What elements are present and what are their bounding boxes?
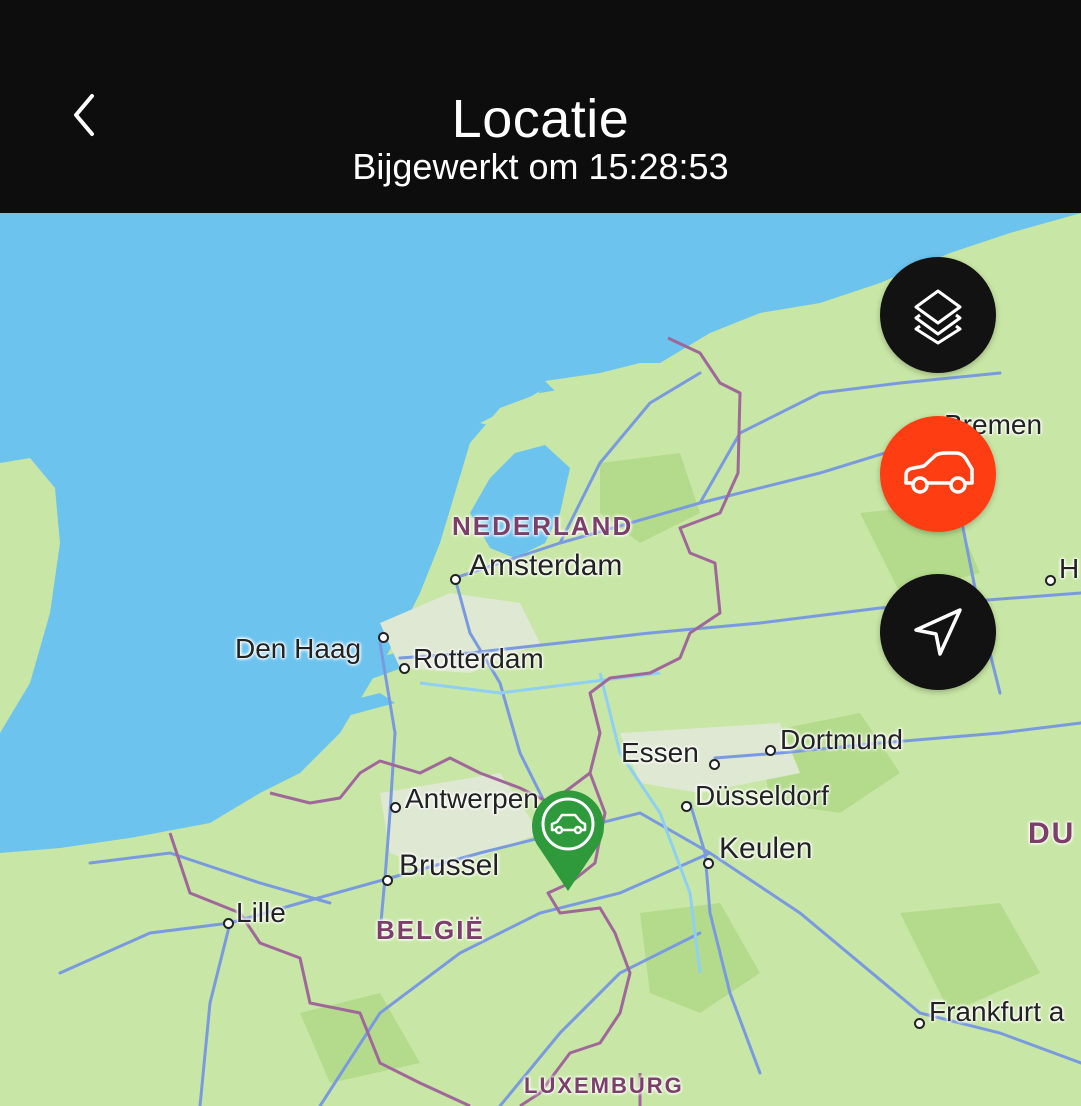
city-label-antwerpen: Antwerpen: [405, 783, 539, 814]
last-updated-text: Bijgewerkt om 15:28:53: [352, 146, 729, 187]
vehicle-location-marker[interactable]: [528, 787, 608, 893]
city-dot-antwerpen: [390, 802, 401, 813]
top-bar: Locatie Bijgewerkt om 15:28:53: [0, 0, 1081, 213]
city-dot-dusseldorf: [681, 801, 692, 812]
city-dot-amsterdam: [450, 574, 461, 585]
navigation-arrow-icon: [914, 608, 962, 656]
city-dot-frankfurt: [914, 1018, 925, 1029]
city-label-dusseldorf: Düsseldorf: [695, 780, 829, 811]
city-dot-h: [1045, 575, 1056, 586]
city-label-brussel: Brussel: [399, 849, 500, 882]
car-icon: [904, 451, 974, 494]
country-label-lu: LUXEMBURG: [524, 1073, 684, 1098]
city-dot-brussel: [382, 875, 393, 886]
city-label-lille: Lille: [236, 897, 286, 928]
country-label-de: DU: [1028, 817, 1076, 850]
city-dot-lille: [223, 918, 234, 929]
city-dot-keulen: [703, 858, 714, 869]
city-label-frankfurt: Frankfurt a: [929, 996, 1065, 1027]
country-label-be: BELGIË: [376, 915, 485, 945]
map-layers-button[interactable]: [880, 257, 996, 373]
my-location-button[interactable]: [880, 574, 996, 690]
vehicle-center-button[interactable]: [880, 416, 996, 532]
city-dot-den-haag: [378, 632, 389, 643]
map-view[interactable]: NEDERLAND BELGIË LUXEMBURG DU Amsterdam …: [0, 213, 1081, 1106]
city-dot-rotterdam: [399, 663, 410, 674]
city-label-keulen: Keulen: [719, 832, 813, 865]
city-label-amsterdam: Amsterdam: [469, 549, 623, 582]
city-label-den-haag: Den Haag: [235, 633, 362, 664]
country-label-nl: NEDERLAND: [452, 511, 634, 541]
city-label-dortmund: Dortmund: [780, 724, 903, 755]
page-title: Locatie: [451, 89, 630, 149]
layers-icon: [914, 289, 962, 345]
city-dot-dortmund: [765, 745, 776, 756]
city-label-essen: Essen: [621, 737, 699, 768]
city-label-rotterdam: Rotterdam: [413, 643, 544, 674]
city-label-h: H: [1059, 553, 1080, 584]
city-dot-essen: [709, 759, 720, 770]
